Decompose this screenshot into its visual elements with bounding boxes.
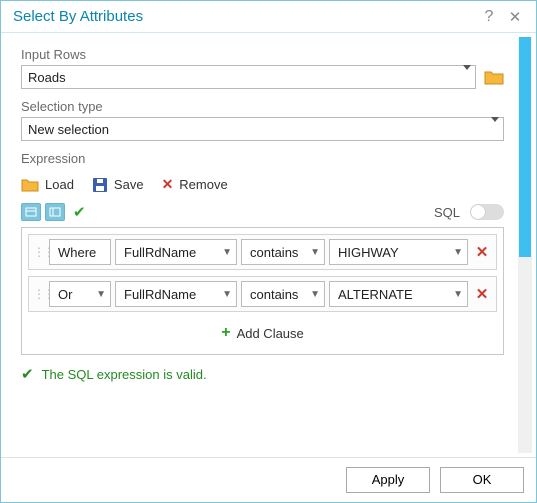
selection-type-label: Selection type [21,99,504,114]
browse-folder-button[interactable] [484,69,504,85]
chevron-down-icon: ▼ [218,289,232,300]
add-clause-label: Add Clause [237,326,304,341]
clause-row: ⋮⋮ Or ▼ FullRdName ▼ contains ▼ ALTERNAT… [28,276,497,312]
scrollbar[interactable] [518,37,532,453]
clause-field-value: FullRdName [124,245,196,260]
selection-type-value: New selection [28,122,109,137]
input-rows-label: Input Rows [21,47,504,62]
clause-conj-value: Or [58,287,72,302]
clause-field-dropdown[interactable]: FullRdName ▼ [115,281,237,307]
selection-type-dropdown[interactable]: New selection [21,117,504,141]
chevron-down-icon: ▼ [306,289,320,300]
clause-operator-dropdown[interactable]: contains ▼ [241,239,325,265]
dialog-title: Select By Attributes [13,8,476,25]
chevron-down-icon: ▼ [218,247,232,258]
checkmark-icon: ✔ [21,365,34,383]
clause-conjunction[interactable]: Where [49,239,111,265]
input-rows-dropdown[interactable]: Roads [21,65,476,89]
clause-conj-value: Where [58,245,96,260]
builder-icon [25,207,37,217]
save-expression-button[interactable]: Save [92,177,144,193]
drag-handle-icon[interactable]: ⋮⋮ [33,287,45,301]
remove-icon: ✕ [162,176,174,193]
clause-value-text: HIGHWAY [338,245,399,260]
delete-clause-button[interactable]: ✕ [472,285,492,303]
chevron-down-icon: ▼ [92,289,106,300]
clause-op-value: contains [250,287,298,302]
sql-toggle[interactable] [470,204,504,220]
chevron-down-icon [463,70,471,85]
folder-icon [484,69,504,85]
query-builder-button[interactable] [21,203,41,221]
save-label: Save [114,177,144,192]
clause-op-value: contains [250,245,298,260]
load-label: Load [45,177,74,192]
sql-view-button[interactable] [45,203,65,221]
scrollbar-thumb[interactable] [519,37,531,257]
sql-toggle-label: SQL [434,205,460,220]
clause-value-dropdown[interactable]: HIGHWAY ▼ [329,239,468,265]
clause-field-value: FullRdName [124,287,196,302]
validate-check-icon: ✔ [73,203,86,221]
apply-button[interactable]: Apply [346,467,430,493]
folder-open-icon [21,177,39,192]
delete-clause-button[interactable]: ✕ [472,243,492,261]
clause-value-text: ALTERNATE [338,287,413,302]
add-clause-button[interactable]: + Add Clause [28,318,497,348]
help-button[interactable]: ? [476,4,502,30]
remove-expression-button[interactable]: ✕ Remove [162,176,228,193]
clause-conjunction-dropdown[interactable]: Or ▼ [49,281,111,307]
clause-value-dropdown[interactable]: ALTERNATE ▼ [329,281,468,307]
close-icon: ✕ [509,8,522,26]
chevron-down-icon: ▼ [449,247,463,258]
clause-row: ⋮⋮ Where FullRdName ▼ contains ▼ HIGHWAY… [28,234,497,270]
drag-handle-icon[interactable]: ⋮⋮ [33,245,45,259]
input-rows-value: Roads [28,70,66,85]
chevron-down-icon [491,122,499,137]
plus-icon: + [221,324,230,342]
chevron-down-icon: ▼ [306,247,320,258]
expression-builder: ⋮⋮ Where FullRdName ▼ contains ▼ HIGHWAY… [21,227,504,355]
clause-operator-dropdown[interactable]: contains ▼ [241,281,325,307]
load-expression-button[interactable]: Load [21,177,74,192]
clause-field-dropdown[interactable]: FullRdName ▼ [115,239,237,265]
validation-message-row: ✔ The SQL expression is valid. [21,365,504,383]
question-icon: ? [485,8,494,26]
validation-message: The SQL expression is valid. [42,367,207,382]
chevron-down-icon: ▼ [449,289,463,300]
expression-label: Expression [21,151,504,166]
close-button[interactable]: ✕ [502,4,528,30]
ok-button[interactable]: OK [440,467,524,493]
remove-label: Remove [179,177,227,192]
sql-icon [49,207,61,217]
save-icon [92,177,108,193]
